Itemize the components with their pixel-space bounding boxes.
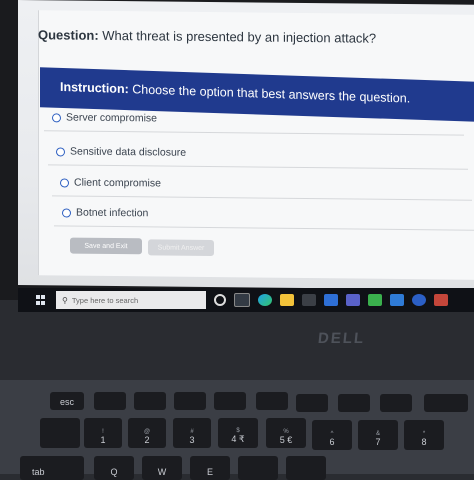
key-e: E	[190, 456, 230, 480]
key-6: ^ 6	[312, 420, 352, 450]
dell-app-icon[interactable]	[302, 294, 316, 306]
store-icon[interactable]	[346, 294, 360, 306]
key-f2	[134, 392, 166, 410]
key-3: #3	[173, 418, 211, 448]
key-tab: tab	[20, 456, 84, 480]
key-4: $4 ₹	[218, 418, 258, 448]
key-f7	[338, 394, 370, 412]
task-view-icon[interactable]	[234, 293, 250, 307]
option-sensitive-data-disclosure[interactable]: Sensitive data disclosure	[48, 138, 468, 170]
instruction-body: Choose the option that best answers the …	[128, 82, 411, 106]
windows-start-icon[interactable]	[36, 295, 46, 305]
laptop-screen-bezel: Question: What threat is presented by an…	[0, 0, 474, 312]
dell-logo: DELL	[317, 330, 367, 347]
radio-icon[interactable]	[52, 112, 61, 122]
key-q: Q	[94, 456, 134, 480]
key-r	[238, 456, 278, 480]
key-f4	[214, 392, 246, 410]
save-and-exit-button[interactable]: Save and Exit	[70, 237, 142, 255]
option-label: Botnet infection	[76, 206, 149, 220]
key-t	[286, 456, 326, 480]
radio-icon[interactable]	[62, 207, 71, 218]
option-server-compromise[interactable]: Server compromise	[44, 104, 464, 136]
option-label: Server compromise	[66, 111, 158, 125]
key-f8	[380, 394, 412, 412]
windows-taskbar: ⚲ Type here to search	[18, 288, 474, 312]
key-8: * 8	[404, 420, 444, 450]
search-icon: ⚲	[62, 295, 68, 305]
key-f6	[296, 394, 328, 412]
radio-icon[interactable]	[60, 177, 69, 188]
taskbar-search-input[interactable]: ⚲ Type here to search	[56, 291, 206, 309]
key-2: @2	[128, 418, 166, 448]
question-label: Question:	[38, 27, 99, 43]
powerpoint-icon[interactable]	[434, 294, 448, 306]
app-icon-blue[interactable]	[390, 294, 404, 306]
option-client-compromise[interactable]: Client compromise	[52, 169, 472, 201]
key-esc: esc	[50, 392, 84, 410]
edge-icon[interactable]	[258, 294, 272, 306]
key-prtsc	[424, 394, 468, 412]
key-tilde	[40, 418, 80, 448]
question-body: What threat is presented by an injection…	[98, 27, 377, 46]
instruction-label: Instruction:	[60, 79, 129, 97]
key-1: ! 1	[84, 418, 122, 448]
search-placeholder: Type here to search	[71, 295, 139, 305]
key-f3	[174, 392, 206, 410]
internet-explorer-icon[interactable]	[412, 294, 426, 306]
app-icon-green[interactable]	[368, 294, 382, 306]
key-f1	[94, 392, 126, 410]
mail-icon[interactable]	[324, 294, 338, 306]
option-label: Client compromise	[74, 176, 161, 190]
key-w: W	[142, 456, 182, 480]
option-botnet-infection[interactable]: Botnet infection	[54, 199, 474, 231]
file-explorer-icon[interactable]	[280, 294, 294, 306]
instruction-text: Instruction: Choose the option that best…	[60, 80, 410, 106]
cortana-icon[interactable]	[214, 294, 226, 306]
browser-screen: Question: What threat is presented by an…	[18, 0, 474, 290]
radio-icon[interactable]	[56, 146, 65, 156]
option-label: Sensitive data disclosure	[70, 145, 187, 159]
key-f5	[256, 392, 288, 410]
key-5: % 5 €	[266, 418, 306, 448]
submit-answer-button[interactable]: Submit Answer	[148, 239, 214, 257]
laptop-keyboard: esc ! 1 @2 #3 $4 ₹ % 5 € ^ 6 & 7 * 8 tab Q W …	[0, 380, 474, 480]
key-7: & 7	[358, 420, 398, 450]
